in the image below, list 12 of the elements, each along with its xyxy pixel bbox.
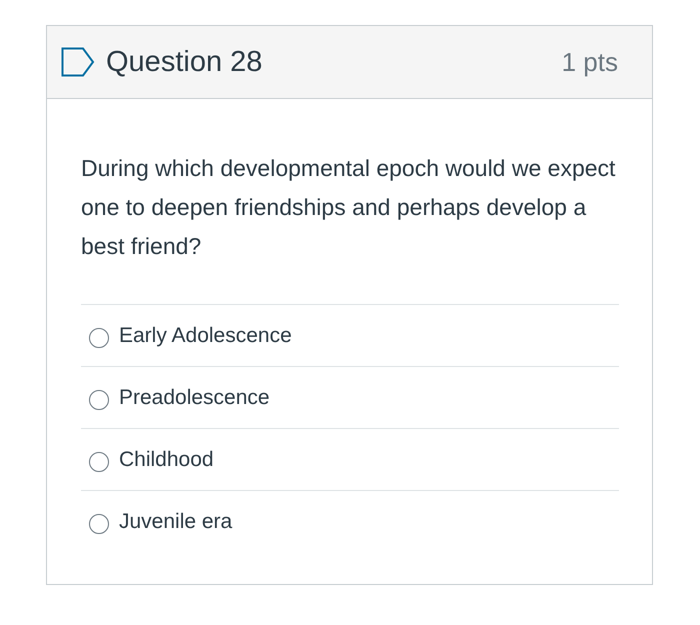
- question-text: During which developmental epoch would we expect one to deepen friendships and perhaps develop a best friend?: [81, 154, 616, 261]
- answer-label[interactable]: Childhood: [119, 448, 214, 472]
- question-title: Question 28: [106, 46, 264, 78]
- radio-button[interactable]: [89, 514, 109, 534]
- radio-button[interactable]: [89, 452, 109, 472]
- answer-label[interactable]: Preadolescence: [119, 386, 270, 410]
- points-label: 1 pts: [562, 46, 618, 78]
- radio-button[interactable]: [89, 328, 109, 348]
- radio-button[interactable]: [89, 390, 109, 410]
- answer-label[interactable]: Early Adolescence: [119, 324, 292, 348]
- answer-label[interactable]: Juvenile era: [119, 510, 232, 534]
- flag-icon[interactable]: [61, 47, 95, 77]
